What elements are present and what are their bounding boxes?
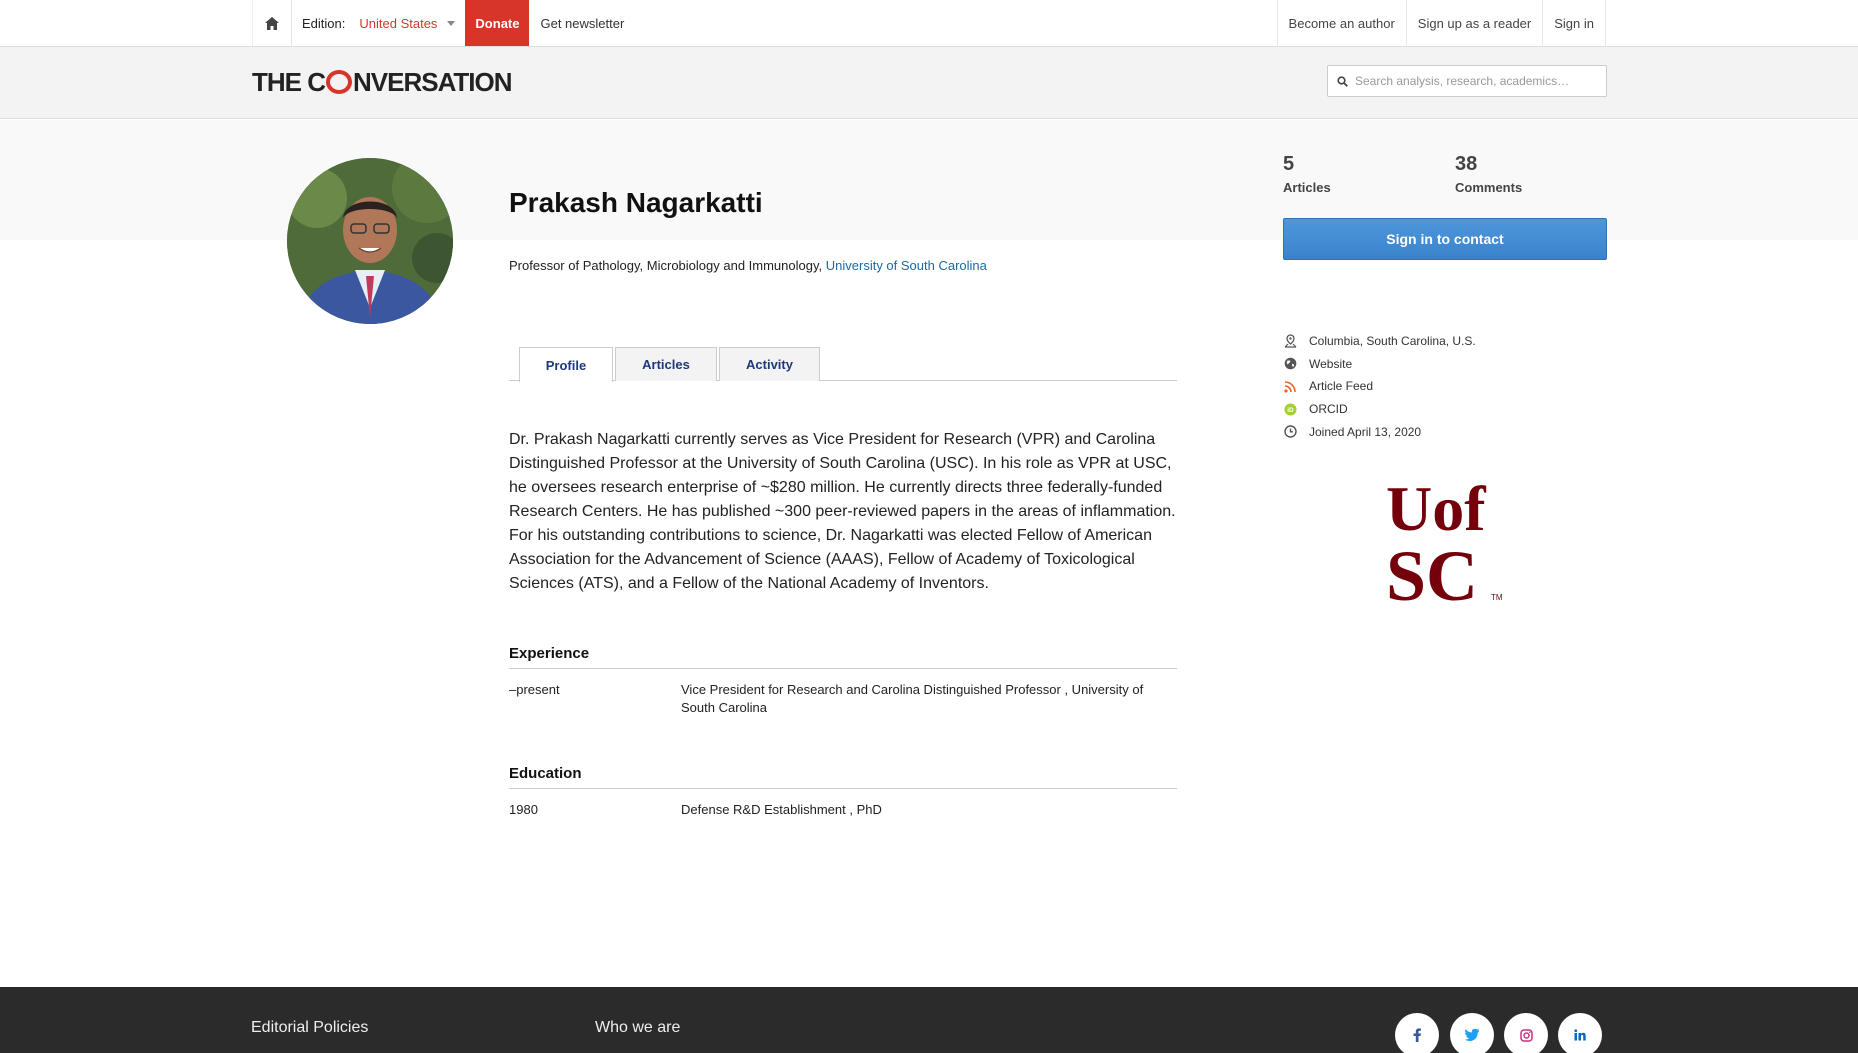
instagram-icon[interactable] [1504,1013,1548,1053]
tab-profile[interactable]: Profile [519,347,613,382]
globe-icon [1283,357,1297,371]
author-role: Professor of Pathology, Microbiology and… [509,258,987,273]
education-heading: Education [509,765,1177,789]
search-input[interactable] [1355,74,1595,88]
search-box[interactable] [1327,65,1607,97]
experience-heading: Experience [509,645,1177,669]
experience-period: –present [509,682,560,697]
website-item[interactable]: Website [1283,353,1476,376]
education-year: 1980 [509,802,538,817]
donate-button[interactable]: Donate [465,0,530,46]
joined-item: Joined April 13, 2020 [1283,420,1476,443]
sign-in-to-contact-button[interactable]: Sign in to contact [1283,218,1607,260]
articles-label: Articles [1283,180,1331,195]
edition-selector[interactable]: Edition: United States [292,0,465,46]
experience-detail: Vice President for Research and Carolina… [681,682,1144,715]
articles-count: 5 [1283,153,1295,175]
tab-articles[interactable]: Articles [615,347,717,381]
comments-label: Comments [1455,180,1523,195]
profile-tabs: Profile Articles Activity [509,347,1177,382]
tab-activity[interactable]: Activity [719,347,820,381]
chevron-down-icon [447,20,456,26]
become-author-link[interactable]: Become an author [1276,0,1406,46]
comments-count: 38 [1455,153,1478,175]
edition-value: United States [359,15,438,31]
institution-link[interactable]: University of South Carolina [826,258,987,273]
author-bio: Dr. Prakash Nagarkatti currently serves … [509,431,1176,592]
author-meta: Columbia, South Carolina, U.S. Website A… [1283,330,1476,443]
footer-editorial-heading[interactable]: Editorial Policies [251,1019,368,1037]
site-logo[interactable]: THE C NVERSATION [252,67,513,98]
svg-text:Uof: Uof [1386,473,1486,544]
orcid-item[interactable]: iD ORCID [1283,398,1476,421]
newsletter-link[interactable]: Get newsletter [529,0,635,46]
twitter-icon[interactable] [1450,1013,1494,1053]
location-item: Columbia, South Carolina, U.S. [1283,330,1476,353]
search-icon [1337,75,1348,87]
rss-icon [1283,379,1297,393]
svg-text:SC: SC [1386,536,1478,610]
author-avatar [287,158,453,324]
linkedin-icon[interactable] [1558,1013,1602,1053]
site-header: THE C NVERSATION [0,47,1858,119]
footer-who-heading[interactable]: Who we are [595,1019,680,1037]
clock-icon [1283,425,1297,439]
education-detail: Defense R&D Establishment , PhD [681,802,882,817]
home-icon[interactable] [252,0,292,46]
edition-label: Edition: [302,15,346,31]
facebook-icon[interactable] [1395,1013,1439,1053]
article-feed-item[interactable]: Article Feed [1283,375,1476,398]
svg-text:TM: TM [1491,593,1503,602]
svg-text:iD: iD [1287,407,1294,414]
location-pin-icon [1283,334,1297,348]
logo-speech-bubble-icon [326,70,352,94]
articles-stat[interactable]: 5 Articles [1283,153,1331,195]
orcid-icon: iD [1283,402,1297,416]
sign-in-link[interactable]: Sign in [1542,0,1606,46]
author-name: Prakash Nagarkatti [509,187,763,218]
university-logo[interactable]: Uof SC TM [1380,470,1510,616]
comments-stat[interactable]: 38 Comments [1455,153,1522,195]
sign-up-link[interactable]: Sign up as a reader [1405,0,1542,46]
top-nav: Edition: United States Donate Get newsle… [0,0,1858,47]
